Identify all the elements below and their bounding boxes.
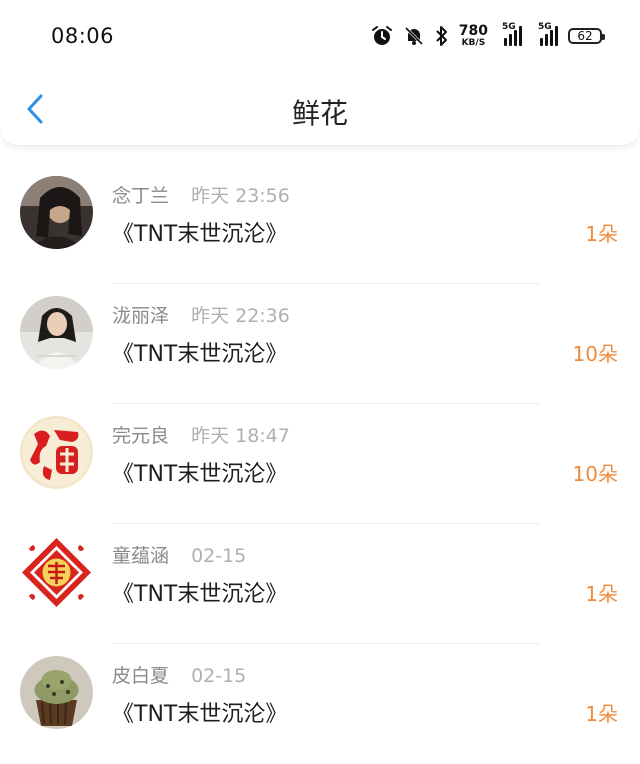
book-title[interactable]: 《TNT末世沉沦》 xyxy=(112,216,287,248)
avatar[interactable] xyxy=(20,536,93,609)
net-speed-unit: KB/S xyxy=(461,37,486,48)
bluetooth-icon xyxy=(435,25,449,47)
alarm-icon xyxy=(371,25,393,47)
header: 鲜花 xyxy=(0,70,640,146)
list-item[interactable]: 童蕴涵 02-15 《TNT末世沉沦》 1朵 xyxy=(0,524,640,644)
flower-count: 10朵 xyxy=(572,462,618,486)
user-name[interactable]: 皮白夏 xyxy=(112,665,169,687)
avatar-fu-papercut xyxy=(20,536,93,609)
net-speed-value: 780 xyxy=(458,22,488,39)
list-item[interactable]: 泷丽泽 昨天 22:36 《TNT末世沉沦》 10朵 xyxy=(0,284,640,404)
gift-time: 昨天 18:47 xyxy=(191,425,290,447)
sim1-label: 5G xyxy=(502,22,516,32)
item-meta: 泷丽泽 昨天 22:36 xyxy=(112,301,290,328)
list-item[interactable]: 皮白夏 02-15 《TNT末世沉沦》 1朵 xyxy=(0,644,640,764)
avatar[interactable] xyxy=(20,416,93,489)
item-meta: 念丁兰 昨天 23:56 xyxy=(112,181,290,208)
status-bar: 08:06 780 KB/S 5G 5G 62 xyxy=(0,0,640,70)
book-title[interactable]: 《TNT末世沉沦》 xyxy=(112,576,287,608)
signal-icon: 5G xyxy=(502,22,522,46)
flower-gift-list: 念丁兰 昨天 23:56 《TNT末世沉沦》 1朵 泷丽泽 昨天 22:36 《… xyxy=(0,164,640,764)
user-name[interactable]: 念丁兰 xyxy=(112,185,169,207)
status-time: 08:06 xyxy=(51,24,115,48)
book-title[interactable]: 《TNT末世沉沦》 xyxy=(112,696,287,728)
gift-time: 昨天 22:36 xyxy=(191,305,290,327)
list-item[interactable]: 念丁兰 昨天 23:56 《TNT末世沉沦》 1朵 xyxy=(0,164,640,284)
page-title: 鲜花 xyxy=(291,97,348,130)
book-title[interactable]: 《TNT末世沉沦》 xyxy=(112,336,287,368)
avatar-cupcake xyxy=(20,656,93,729)
avatar-girl-white xyxy=(20,296,93,369)
gift-time: 昨天 23:56 xyxy=(191,185,290,207)
book-title[interactable]: 《TNT末世沉沦》 xyxy=(112,456,287,488)
gift-time: 02-15 xyxy=(191,545,247,567)
user-name[interactable]: 泷丽泽 xyxy=(112,305,169,327)
avatar[interactable] xyxy=(20,296,93,369)
user-name[interactable]: 完元良 xyxy=(112,425,169,447)
net-speed: 780 KB/S xyxy=(458,22,488,48)
flower-count: 1朵 xyxy=(585,582,618,606)
item-meta: 皮白夏 02-15 xyxy=(112,661,246,688)
sim2-label: 5G xyxy=(538,22,552,32)
gift-time: 02-15 xyxy=(191,665,247,687)
flower-count: 10朵 xyxy=(572,342,618,366)
avatar-girl-dark xyxy=(20,176,93,249)
item-meta: 完元良 昨天 18:47 xyxy=(112,421,290,448)
signal-icon-2: 5G xyxy=(538,22,558,46)
flower-count: 1朵 xyxy=(585,222,618,246)
item-meta: 童蕴涵 02-15 xyxy=(112,541,246,568)
flower-count: 1朵 xyxy=(585,702,618,726)
battery-level: 62 xyxy=(577,29,593,43)
avatar[interactable] xyxy=(20,176,93,249)
avatar-fu-red xyxy=(20,416,93,489)
list-item[interactable]: 完元良 昨天 18:47 《TNT末世沉沦》 10朵 xyxy=(0,404,640,524)
user-name[interactable]: 童蕴涵 xyxy=(112,545,169,567)
battery-icon: 62 xyxy=(568,28,605,44)
bell-off-icon xyxy=(403,25,425,47)
status-icons: 780 KB/S 5G 5G 62 xyxy=(371,22,605,50)
avatar[interactable] xyxy=(20,656,93,729)
